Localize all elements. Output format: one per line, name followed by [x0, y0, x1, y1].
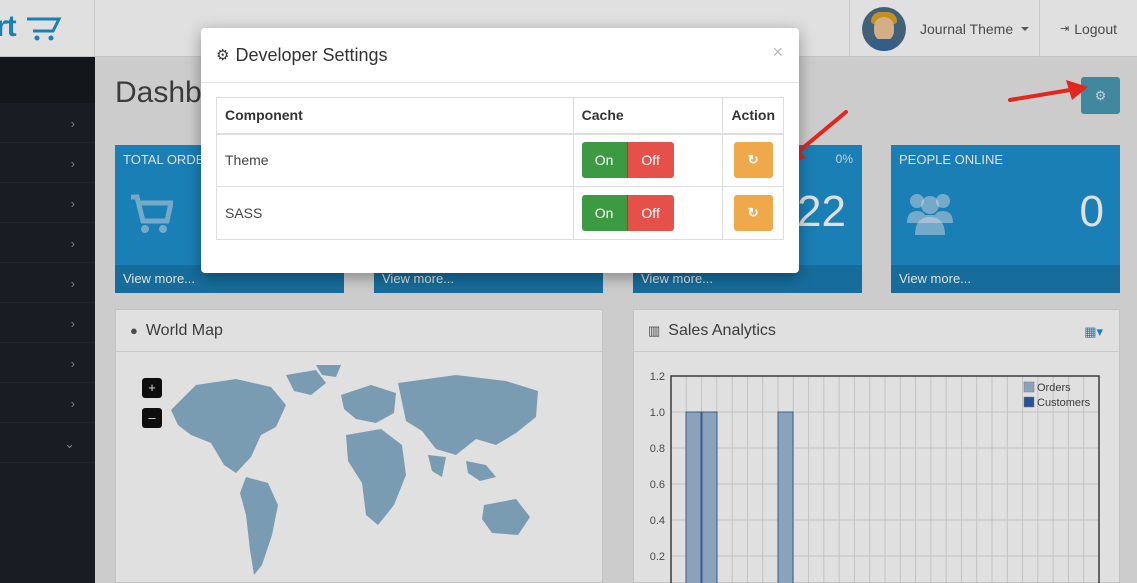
column-header-action: Action: [722, 97, 784, 135]
action-cell: ↻: [722, 133, 784, 187]
action-cell: ↻: [722, 186, 784, 240]
arrow-annotation: [1008, 80, 1088, 102]
column-header-cache: Cache: [572, 97, 724, 135]
table-row: SASS On Off ↻: [216, 186, 784, 240]
cache-on-button[interactable]: On: [581, 142, 628, 179]
modal-title: Developer Settings: [235, 44, 388, 65]
cache-toggle: On Off: [581, 142, 674, 179]
gear-icon: ⚙: [216, 47, 230, 64]
cache-cell: On Off: [572, 133, 724, 187]
cache-toggle: On Off: [581, 195, 674, 231]
close-icon[interactable]: ×: [772, 42, 783, 63]
modal-header: ⚙ Developer Settings: [201, 28, 799, 83]
refresh-icon: ↻: [747, 205, 759, 220]
developer-settings-modal: ⚙ Developer Settings × Component Cache A…: [201, 28, 799, 273]
refresh-icon: ↻: [747, 152, 759, 168]
refresh-button[interactable]: ↻: [733, 142, 773, 179]
cache-off-button[interactable]: Off: [627, 142, 674, 179]
column-header-component: Component: [216, 97, 574, 135]
component-name: SASS: [216, 186, 574, 240]
cache-on-button[interactable]: On: [581, 195, 628, 231]
cache-cell: On Off: [572, 186, 724, 240]
table-header-row: Component Cache Action: [216, 97, 784, 135]
refresh-button[interactable]: ↻: [733, 195, 773, 231]
table-row: Theme On Off ↻: [216, 133, 784, 187]
cache-off-button[interactable]: Off: [627, 195, 674, 231]
developer-settings-table: Component Cache Action Theme On Off ↻ SA…: [216, 97, 784, 240]
component-name: Theme: [216, 133, 574, 187]
